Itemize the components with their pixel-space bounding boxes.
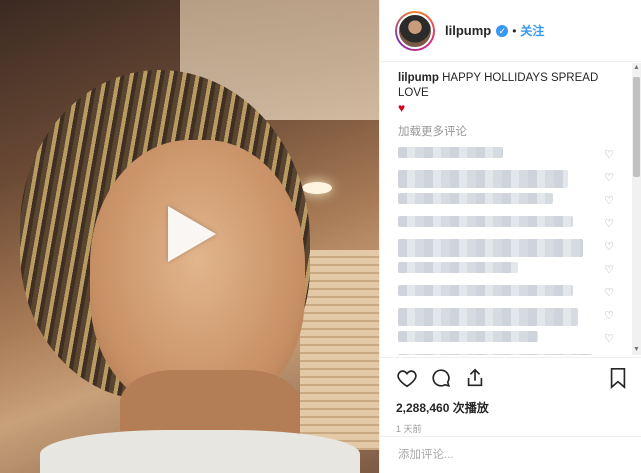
comment-like-icon[interactable]: ♡ (604, 332, 614, 345)
blurred-comment-text (398, 354, 593, 355)
comment-item: ♡ (398, 239, 628, 257)
comment-like-icon[interactable]: ♡ (604, 171, 614, 184)
blurred-comment-text (398, 331, 538, 342)
caption-username[interactable]: lilpump (398, 72, 439, 84)
load-more-comments[interactable]: 加载更多评论 (398, 123, 628, 139)
comment-like-icon[interactable]: ♡ (604, 194, 614, 207)
comment-item: ♡ (398, 331, 628, 347)
blurred-comment-text (398, 262, 518, 273)
comment-list: ♡ ♡ ♡ ♡ ♡ ♡ ♡ ♡ ♡ ♡ (398, 147, 628, 355)
comment-like-icon[interactable]: ♡ (604, 286, 614, 299)
comment-item: ♡ (398, 216, 628, 232)
video-player[interactable] (0, 0, 379, 473)
post-timestamp[interactable]: 1 天前 (396, 422, 628, 435)
follow-button[interactable]: 关注 (520, 22, 544, 39)
post-side-panel: lilpump ✓ • 关注 lilpump HAPPY HOLLIDAYS S… (379, 0, 641, 473)
heart-outline-icon[interactable] (396, 367, 418, 389)
post-caption: lilpump HAPPY HOLLIDAYS SPREAD LOVE ♥ (398, 71, 628, 117)
comment-item: ♡ (398, 147, 628, 163)
comment-item: ♡ (398, 170, 628, 188)
comment-like-icon[interactable]: ♡ (604, 148, 614, 161)
scroll-up-icon[interactable]: ▲ (632, 63, 641, 73)
share-icon[interactable] (464, 367, 486, 389)
red-heart-emoji-icon: ♥ (398, 101, 406, 115)
scroll-thumb[interactable] (633, 77, 640, 177)
post-header: lilpump ✓ • 关注 (380, 0, 641, 62)
comments-section: lilpump HAPPY HOLLIDAYS SPREAD LOVE ♥ 加载… (380, 63, 641, 355)
comment-like-icon[interactable]: ♡ (604, 217, 614, 230)
comment-like-icon[interactable]: ♡ (604, 240, 614, 253)
separator-dot: • (512, 23, 517, 38)
avatar[interactable] (395, 11, 435, 51)
bookmark-icon[interactable] (608, 367, 628, 389)
comment-item: ♡ (398, 354, 628, 355)
post-actions: 2,288,460 次播放 1 天前 (380, 357, 641, 435)
blurred-comment-text (398, 170, 568, 188)
blurred-comment-text (398, 239, 583, 257)
comment-item: ♡ (398, 308, 628, 326)
add-comment-input[interactable]: 添加评论... (380, 436, 641, 473)
comment-item: ♡ (398, 285, 628, 301)
blurred-comment-text (398, 285, 573, 296)
comments-scrollbar[interactable]: ▲ ▼ (632, 63, 641, 355)
comment-item: ♡ (398, 193, 628, 209)
background-lamp (302, 182, 332, 194)
comment-like-icon[interactable]: ♡ (604, 263, 614, 276)
background-blind (300, 250, 379, 450)
comment-like-icon[interactable]: ♡ (604, 309, 614, 322)
comment-item: ♡ (398, 262, 628, 278)
avatar-image (397, 12, 433, 49)
blurred-comment-text (398, 193, 553, 204)
scroll-down-icon[interactable]: ▼ (632, 345, 641, 355)
blurred-comment-text (398, 147, 503, 158)
speech-bubble-icon[interactable] (430, 367, 452, 389)
verified-badge-icon: ✓ (496, 24, 509, 37)
username[interactable]: lilpump (445, 23, 491, 38)
view-count: 2,288,460 次播放 (396, 401, 489, 415)
action-icons (396, 366, 628, 390)
video-subject-shirt (40, 430, 360, 473)
blurred-comment-text (398, 308, 578, 326)
blurred-comment-text (398, 216, 573, 227)
play-icon[interactable] (168, 206, 216, 262)
